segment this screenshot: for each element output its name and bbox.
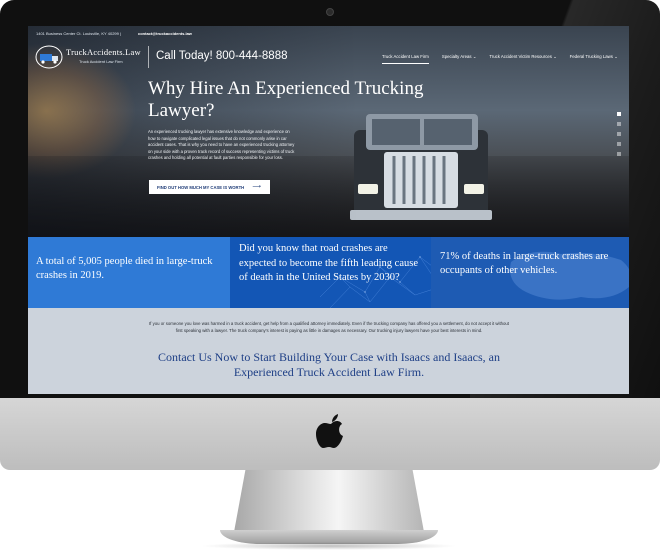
camera-icon <box>326 8 334 16</box>
truck-image <box>350 114 492 220</box>
hero-headline: Why Hire An Experienced Trucking Lawyer? <box>148 78 424 121</box>
stats-band: A total of 5,005 people died in large-tr… <box>28 237 629 308</box>
stat-text: 71% of deaths in large-truck crashes are… <box>440 251 609 276</box>
stat-card: 71% of deaths in large-truck crashes are… <box>431 237 629 308</box>
slider-dot[interactable] <box>617 122 621 126</box>
stat-text: Did you know that road crashes are expec… <box>239 243 419 283</box>
nav-item-victim-resources[interactable]: Truck Accident Victim Resources ⌄ <box>489 54 556 60</box>
contact-heading: Contact Us Now to Start Building Your Ca… <box>158 350 500 379</box>
slider-dot[interactable] <box>617 142 621 146</box>
email-link[interactable]: contact@truckaccidents.law <box>138 31 192 36</box>
arrow-right-icon: ⟶ <box>252 184 261 190</box>
slider-dots <box>617 112 622 162</box>
website-screen: 1401 Business Center Ct. Louisville, KY … <box>28 26 629 394</box>
nav-item-federal-trucking-laws[interactable]: Federal Trucking Laws ⌄ <box>570 54 618 60</box>
slider-dot[interactable] <box>617 132 621 136</box>
logo-tagline: Truck Accident Law Firm <box>79 59 123 64</box>
contact-intro-text: If you or someone you love was harmed in… <box>148 321 510 333</box>
phone-cta[interactable]: Call Today! 800-444-8888 <box>156 50 288 62</box>
stat-text: A total of 5,005 people died in large-tr… <box>36 256 213 281</box>
stand-shadow <box>200 542 458 550</box>
main-nav: Truck Accident Law Firm Specialty Areas … <box>382 54 629 64</box>
slider-dot[interactable] <box>617 112 621 116</box>
header-divider <box>148 46 149 68</box>
hero-section: 1401 Business Center Ct. Louisville, KY … <box>28 26 629 237</box>
top-info-bar: 1401 Business Center Ct. Louisville, KY … <box>28 26 629 44</box>
site-logo[interactable]: TruckAccidents.Law Truck Accident Law Fi… <box>35 44 145 70</box>
apple-logo-icon <box>316 414 343 448</box>
contact-section: If you or someone you love was harmed in… <box>28 308 629 394</box>
cta-label: FIND OUT HOW MUCH MY CASE IS WORTH <box>157 184 245 190</box>
nav-item-truck-accident-law-firm[interactable]: Truck Accident Law Firm <box>382 54 429 64</box>
nav-item-specialty-areas[interactable]: Specialty Areas ⌄ <box>442 54 476 60</box>
monitor-stand <box>234 470 424 532</box>
hero-body-text: An experienced trucking lawyer has exten… <box>148 129 295 160</box>
stat-card: A total of 5,005 people died in large-tr… <box>28 237 230 308</box>
address-text: 1401 Business Center Ct. Louisville, KY … <box>36 31 122 36</box>
logo-name: TruckAccidents.Law <box>66 47 141 57</box>
stat-card: Did you know that road crashes are expec… <box>230 237 431 308</box>
case-worth-button[interactable]: FIND OUT HOW MUCH MY CASE IS WORTH ⟶ <box>149 180 270 194</box>
truck-logo-icon <box>35 45 63 69</box>
slider-dot[interactable] <box>617 152 621 156</box>
